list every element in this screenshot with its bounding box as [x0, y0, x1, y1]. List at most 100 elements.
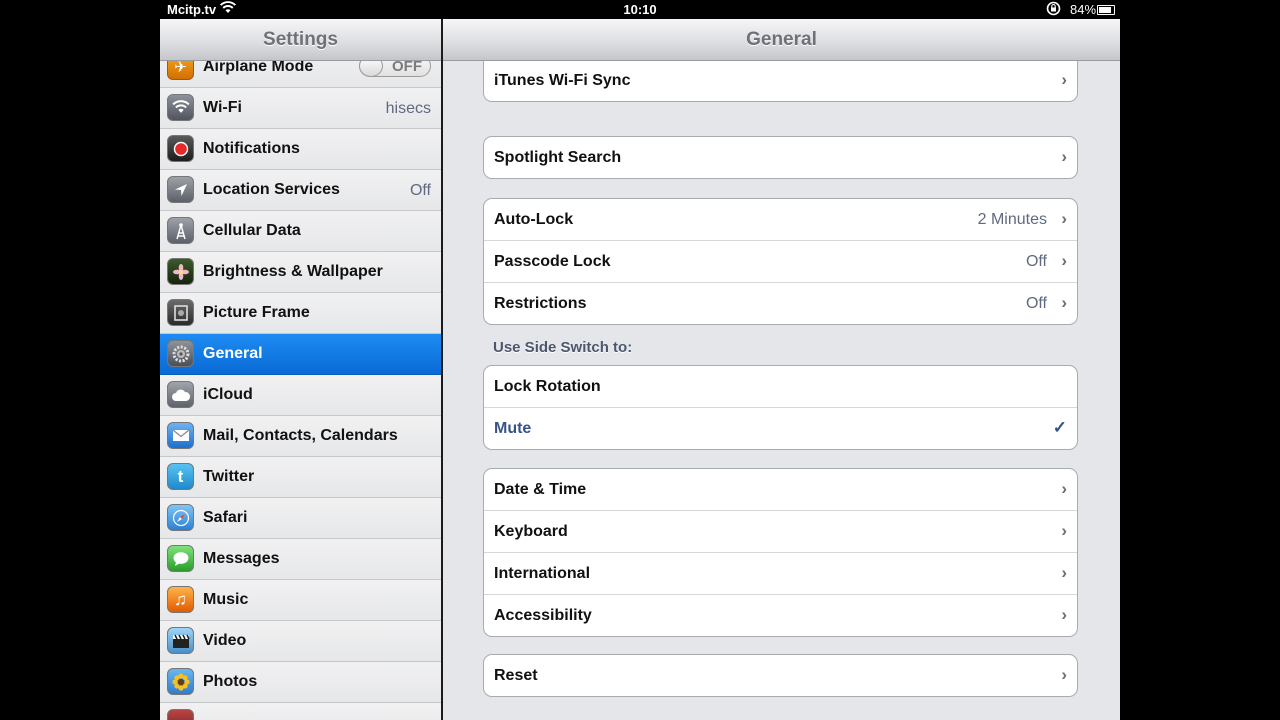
music-icon: ♫: [167, 586, 194, 613]
row-reset[interactable]: Reset ›: [484, 655, 1077, 696]
wifi-icon: [167, 94, 194, 121]
sidebar-item-brightness-wallpaper[interactable]: Brightness & Wallpaper: [160, 252, 441, 293]
sidebar-item-value: Off: [409, 182, 431, 199]
group-reset: Reset ›: [483, 654, 1078, 697]
detail-navbar: General: [443, 19, 1120, 61]
row-spotlight-search[interactable]: Spotlight Search ›: [484, 137, 1077, 178]
general-detail-pane: General › iTunes Wi-Fi Sync › Spotlight …: [443, 19, 1120, 720]
gear-icon: [167, 340, 194, 367]
antenna-icon: [167, 217, 194, 244]
sidebar-item-location-services[interactable]: Location Services Off: [160, 170, 441, 211]
row-value: 2 Minutes: [977, 211, 1047, 228]
sidebar-item-label: Messages: [203, 550, 280, 567]
sidebar-item-label: Photos: [203, 673, 258, 690]
speech-bubble-icon: [167, 545, 194, 572]
row-restrictions[interactable]: Restrictions Off ›: [484, 283, 1077, 324]
row-label: Passcode Lock: [494, 253, 611, 270]
battery-percent: 84%: [1070, 2, 1097, 17]
row-label: Lock Rotation: [494, 378, 601, 395]
row-value: Off: [1025, 253, 1047, 270]
sidebar-item-mail[interactable]: Mail, Contacts, Calendars: [160, 416, 441, 457]
chevron-right-icon: ›: [1061, 521, 1067, 540]
row-international[interactable]: International ›: [484, 553, 1077, 595]
checkmark-icon: ✓: [1052, 418, 1067, 437]
sidebar-item-label: Video: [203, 632, 247, 649]
mail-icon: [167, 422, 194, 449]
compass-icon: [167, 504, 194, 531]
sidebar-item-photos[interactable]: Photos: [160, 662, 441, 703]
chevron-right-icon: ›: [1061, 293, 1067, 312]
row-auto-lock[interactable]: Auto-Lock 2 Minutes ›: [484, 199, 1077, 241]
group-side-switch: Lock Rotation Mute ✓: [483, 365, 1078, 450]
twitter-icon: t: [167, 463, 194, 490]
clapperboard-icon: [167, 627, 194, 654]
picture-frame-icon: [167, 299, 194, 326]
sidebar-item-cellular-data[interactable]: Cellular Data: [160, 211, 441, 252]
sidebar-item-icloud[interactable]: iCloud: [160, 375, 441, 416]
settings-sidebar: Settings ✈ Airplane Mode OFF Wi-Fi hisec…: [160, 19, 441, 720]
side-switch-section-header: Use Side Switch to:: [493, 339, 633, 356]
sidebar-item-safari[interactable]: Safari: [160, 498, 441, 539]
row-label: Accessibility: [494, 607, 592, 624]
row-passcode-lock[interactable]: Passcode Lock Off ›: [484, 241, 1077, 283]
sidebar-item-label: General: [203, 345, 263, 362]
status-bar: Mcitp.tv 10:10 84%: [160, 0, 1120, 19]
sidebar-item-label: Music: [203, 591, 249, 608]
battery-icon: [1097, 5, 1115, 15]
row-label: Spotlight Search: [494, 149, 622, 166]
group-locale: Date & Time › Keyboard › International ›…: [483, 468, 1078, 637]
sidebar-item-label: iCloud: [203, 386, 253, 403]
row-value: Off: [1025, 295, 1047, 312]
row-mute[interactable]: Mute ✓: [484, 408, 1077, 449]
sidebar-list: ✈ Airplane Mode OFF Wi-Fi hisecs Notific…: [160, 47, 441, 720]
chevron-right-icon: ›: [1061, 70, 1067, 89]
group-spotlight: Spotlight Search ›: [483, 136, 1078, 179]
notifications-icon: [167, 135, 194, 162]
sidebar-item-notifications[interactable]: Notifications: [160, 129, 441, 170]
row-label: Reset: [494, 667, 538, 684]
rotation-lock-icon: [1046, 1, 1061, 19]
sidebar-item-music[interactable]: ♫ Music: [160, 580, 441, 621]
sidebar-item-label: Mail, Contacts, Calendars: [203, 427, 398, 444]
flower-icon: [167, 258, 194, 285]
detail-title: General: [746, 29, 817, 50]
row-label: Date & Time: [494, 481, 587, 498]
row-accessibility[interactable]: Accessibility ›: [484, 595, 1077, 636]
sidebar-item-label: Picture Frame: [203, 304, 310, 321]
row-lock-rotation[interactable]: Lock Rotation: [484, 366, 1077, 408]
sidebar-item-wifi[interactable]: Wi-Fi hisecs: [160, 88, 441, 129]
row-itunes-wifi-sync[interactable]: iTunes Wi-Fi Sync ›: [484, 60, 1077, 101]
sidebar-item-value: hisecs: [385, 100, 431, 117]
sidebar-item-label: Location Services: [203, 181, 340, 198]
sidebar-item-label: Twitter: [203, 468, 255, 485]
row-label: Mute: [494, 420, 532, 437]
row-label: Restrictions: [494, 295, 587, 312]
sidebar-item-picture-frame[interactable]: Picture Frame: [160, 293, 441, 334]
cloud-icon: [167, 381, 194, 408]
chevron-right-icon: ›: [1061, 665, 1067, 684]
group-security: Auto-Lock 2 Minutes › Passcode Lock Off …: [483, 198, 1078, 325]
sidebar-item-partial[interactable]: [160, 703, 441, 720]
sidebar-item-label: Notifications: [203, 140, 300, 157]
row-label: Auto-Lock: [494, 211, 574, 228]
row-label: International: [494, 565, 591, 582]
row-label: iTunes Wi-Fi Sync: [494, 72, 631, 89]
location-icon: [167, 176, 194, 203]
row-keyboard[interactable]: Keyboard ›: [484, 511, 1077, 553]
row-date-time[interactable]: Date & Time ›: [484, 469, 1077, 511]
sidebar-item-label: Cellular Data: [203, 222, 301, 239]
row-label: Keyboard: [494, 523, 568, 540]
sidebar-item-general[interactable]: General: [160, 334, 441, 375]
sidebar-item-video[interactable]: Video: [160, 621, 441, 662]
sidebar-item-label: Safari: [203, 509, 248, 526]
app-icon: [167, 709, 194, 720]
chevron-right-icon: ›: [1061, 147, 1067, 166]
sidebar-item-label: Wi-Fi: [203, 99, 242, 116]
sidebar-item-twitter[interactable]: t Twitter: [160, 457, 441, 498]
sunflower-icon: [167, 668, 194, 695]
status-clock: 10:10: [623, 2, 657, 17]
chevron-right-icon: ›: [1061, 605, 1067, 624]
sidebar-item-messages[interactable]: Messages: [160, 539, 441, 580]
sidebar-title: Settings: [263, 29, 338, 50]
chevron-right-icon: ›: [1061, 209, 1067, 228]
